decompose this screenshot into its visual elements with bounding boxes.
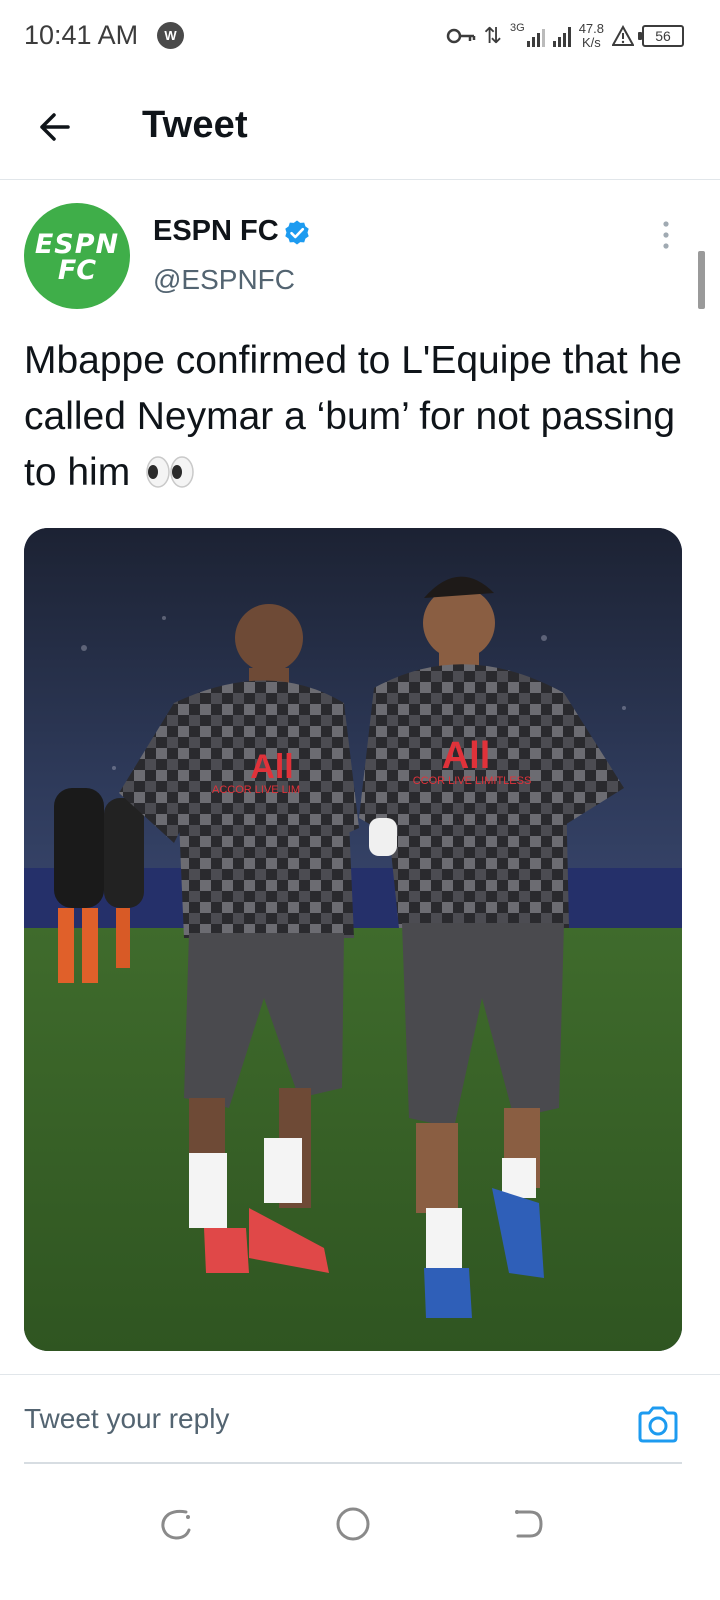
more-vertical-icon[interactable]: [656, 219, 676, 251]
avatar[interactable]: ESPN FC: [24, 203, 130, 309]
vpn-key-icon: [446, 28, 475, 44]
author-handle[interactable]: @ESPNFC: [153, 264, 295, 296]
reply-divider: [24, 1462, 682, 1464]
nav-back-icon[interactable]: [508, 1504, 548, 1544]
author-name[interactable]: ESPN FC: [153, 215, 279, 248]
status-indicators: ⇅ 3G 47.8 K/s 56: [446, 18, 684, 54]
warning-icon: [612, 25, 634, 46]
recents-icon[interactable]: [156, 1504, 196, 1544]
data-transfer-icon: ⇅: [483, 23, 502, 48]
page-title: Tweet: [142, 104, 248, 146]
scrollbar-thumb[interactable]: [698, 251, 705, 309]
top-app-bar: Tweet: [0, 72, 720, 180]
app-notification-badge: W: [157, 22, 184, 49]
shirt-sponsor-right: All: [442, 735, 491, 777]
network-type: 3G: [510, 22, 525, 34]
signal-strength-icon: [526, 25, 545, 47]
arrow-left-icon[interactable]: [30, 102, 80, 152]
football-warmup-photo: All ACCOR LIVE LIM All CCOR LIVE LIMITLE…: [24, 528, 682, 1351]
home-circle-icon[interactable]: [333, 1504, 373, 1544]
shirt-tagline-right: CCOR LIVE LIMITLESS: [413, 775, 532, 787]
signal-strength-2-icon: [552, 25, 571, 47]
network-speed-unit: K/s: [581, 35, 601, 50]
system-navigation-bar: [0, 1480, 720, 1600]
tweet-text: Mbappe confirmed to L'Equipe that he cal…: [24, 333, 684, 501]
status-time: 10:41 AM: [24, 20, 139, 50]
espn-fc-logo: ESPN FC: [24, 231, 130, 286]
reply-input[interactable]: [24, 1384, 624, 1454]
tweet-photo[interactable]: All ACCOR LIVE LIM All CCOR LIVE LIMITLE…: [24, 528, 682, 1351]
eyes-emoji-icon: [146, 456, 194, 488]
tweet-body: Mbappe confirmed to L'Equipe that he cal…: [24, 339, 682, 494]
battery-level: 56: [638, 25, 684, 47]
camera-icon[interactable]: [636, 1404, 680, 1444]
verified-badge-icon: [285, 220, 309, 245]
shirt-tagline-left: ACCOR LIVE LIM: [212, 784, 300, 796]
avatar-logo-line-2: FC: [57, 255, 97, 286]
status-bar: 10:41 AM W ⇅ 3G 47.8 K/s 56: [0, 0, 720, 72]
network-speed: 47.8 K/s: [579, 22, 604, 50]
shirt-sponsor-left: All: [250, 748, 293, 786]
network-speed-value: 47.8: [578, 21, 604, 36]
